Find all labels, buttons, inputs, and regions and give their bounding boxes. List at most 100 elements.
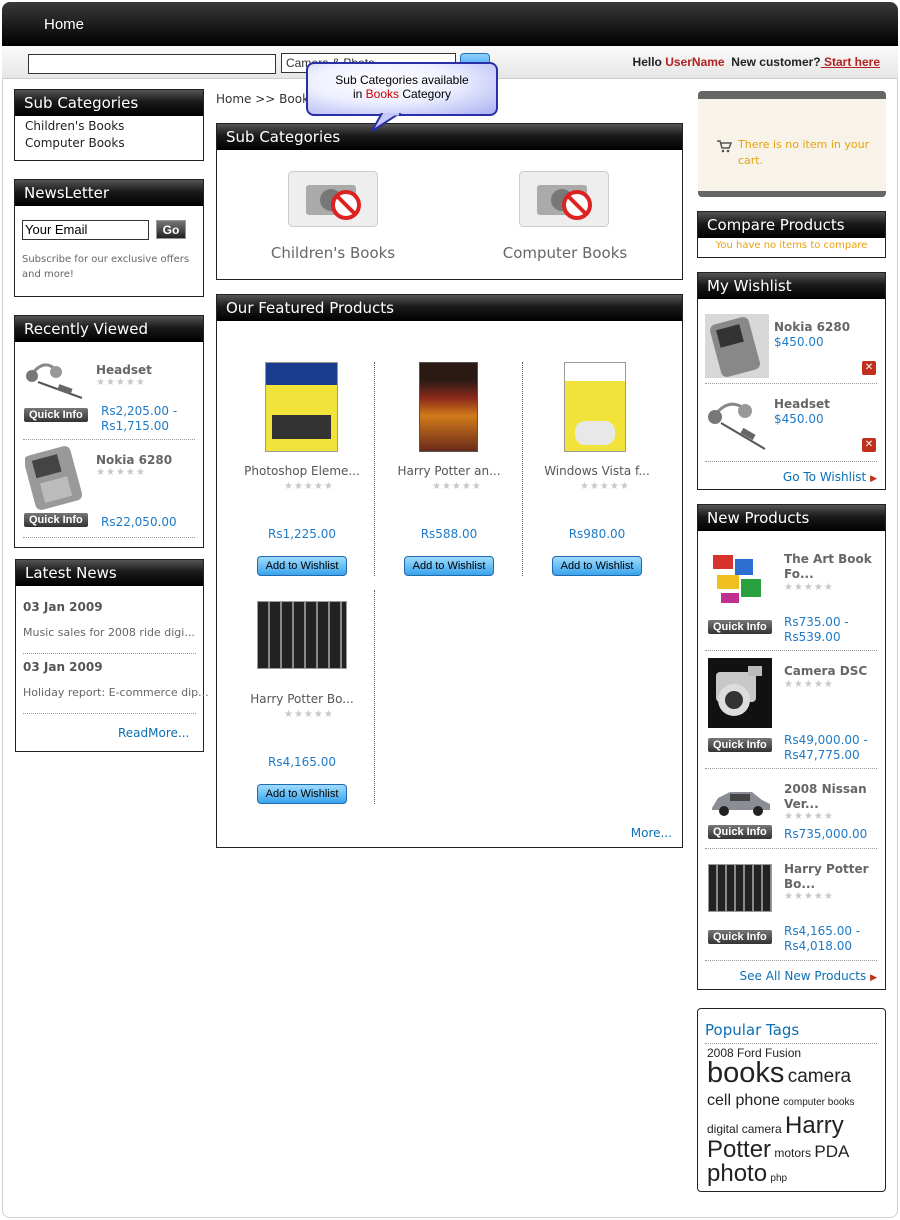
recent-item-name[interactable]: Headset xyxy=(96,363,152,377)
product-name[interactable]: Harry Potter an... xyxy=(374,464,524,478)
cart-empty-text: There is no item in your cart. xyxy=(738,138,870,167)
product-image-harry-potter[interactable] xyxy=(419,362,478,452)
no-image-camera-icon[interactable] xyxy=(519,171,609,227)
tag-cloud: 2008 Ford Fusion books camera cell phone… xyxy=(707,1047,881,1186)
product-name[interactable]: Harry Potter Bo... xyxy=(227,692,377,706)
wishlist-item-name[interactable]: Headset xyxy=(774,397,830,411)
divider xyxy=(705,1043,877,1044)
subcategory-label[interactable]: Computer Books xyxy=(449,244,681,262)
recent-item-name[interactable]: Nokia 6280 xyxy=(96,453,172,467)
tag-link[interactable]: photo xyxy=(707,1160,767,1187)
see-all-new-products-link[interactable]: See All New Products ▶ xyxy=(740,969,877,983)
username[interactable]: UserName xyxy=(665,55,724,69)
new-product-price: Rs735,000.00 xyxy=(784,827,868,841)
new-product-name[interactable]: The Art Book Fo... xyxy=(784,552,880,582)
divider xyxy=(705,461,877,462)
wishlist-item-name[interactable]: Nokia 6280 xyxy=(774,320,850,334)
quick-info-button[interactable]: Quick Info xyxy=(24,408,88,422)
latest-news-title: Latest News xyxy=(16,560,203,586)
rating-stars: ★★★★★ xyxy=(784,811,834,822)
nissan-car-thumbnail[interactable] xyxy=(708,780,772,820)
quick-info-button[interactable]: Quick Info xyxy=(708,620,772,634)
no-image-camera-icon[interactable] xyxy=(288,171,378,227)
subcategory-tooltip: Sub Categories available in Books Catego… xyxy=(306,62,498,116)
remove-icon[interactable]: ✕ xyxy=(862,438,876,452)
news-date: 03 Jan 2009 xyxy=(23,660,103,674)
compare-empty-text: You have no items to compare xyxy=(715,240,868,251)
wishlist-box: My Wishlist Nokia 6280 $450.00 ✕ Headset… xyxy=(697,272,886,490)
rating-stars: ★★★★★ xyxy=(96,377,146,388)
divider xyxy=(705,650,877,651)
new-product-price: Rs49,000.00 - xyxy=(784,733,868,747)
quick-info-button[interactable]: Quick Info xyxy=(708,738,772,752)
tag-link[interactable]: books xyxy=(707,1057,784,1089)
start-here-link[interactable]: Start here xyxy=(821,55,880,69)
product-image-photoshop[interactable] xyxy=(265,362,338,452)
add-to-wishlist-button[interactable]: Add to Wishlist xyxy=(552,556,642,576)
compare-products-title: Compare Products xyxy=(698,212,885,238)
add-to-wishlist-button[interactable]: Add to Wishlist xyxy=(257,784,347,804)
product-name[interactable]: Photoshop Eleme... xyxy=(227,464,377,478)
tag-link[interactable]: php xyxy=(770,1173,787,1184)
product-image-windows-vista[interactable] xyxy=(564,362,626,452)
art-book-thumbnail[interactable] xyxy=(709,547,771,609)
headset-thumbnail[interactable] xyxy=(705,391,769,453)
tag-link[interactable]: motors xyxy=(774,1146,811,1160)
subcategory-label[interactable]: Children's Books xyxy=(217,244,449,262)
harry-potter-box-thumbnail[interactable] xyxy=(708,864,772,912)
popular-tags-title: Popular Tags xyxy=(705,1021,800,1039)
quick-info-button[interactable]: Quick Info xyxy=(24,513,88,527)
news-headline[interactable]: Holiday report: E-commerce dip... xyxy=(23,686,209,699)
tag-link[interactable]: PDA xyxy=(814,1142,849,1161)
left-subcategory-item[interactable]: Computer Books xyxy=(15,133,203,150)
nokia-thumbnail[interactable] xyxy=(705,314,769,378)
tooltip-tail xyxy=(372,113,402,132)
go-to-wishlist-link[interactable]: Go To Wishlist ▶ xyxy=(783,470,877,484)
new-product-price: Rs4,018.00 xyxy=(784,939,853,953)
add-to-wishlist-button[interactable]: Add to Wishlist xyxy=(404,556,494,576)
tag-link[interactable]: camera xyxy=(788,1066,851,1087)
product-price: Rs980.00 xyxy=(568,527,626,541)
remove-icon[interactable]: ✕ xyxy=(862,361,876,375)
new-product-price: Rs735.00 - xyxy=(784,615,849,629)
product-price: Rs588.00 xyxy=(420,527,478,541)
product-name[interactable]: Windows Vista f... xyxy=(522,464,672,478)
news-headline[interactable]: Music sales for 2008 ride digi... xyxy=(23,626,195,639)
new-customer-label: New customer? xyxy=(731,55,821,69)
quick-info-button[interactable]: Quick Info xyxy=(708,825,772,839)
page: Home Camera & Photo Hello UserName New c… xyxy=(0,0,900,1220)
new-product-name[interactable]: Harry Potter Bo... xyxy=(784,862,880,892)
search-input[interactable] xyxy=(28,54,276,74)
quick-info-button[interactable]: Quick Info xyxy=(708,930,772,944)
divider xyxy=(23,537,195,538)
product-price: Rs1,225.00 xyxy=(267,527,337,541)
nokia-thumbnail[interactable] xyxy=(25,446,89,510)
newsletter-title: NewsLetter xyxy=(15,180,203,206)
new-product-name[interactable]: Camera DSC xyxy=(784,664,867,678)
newsletter-email-input[interactable]: Your Email xyxy=(22,220,149,240)
tooltip-line1: Sub Categories available xyxy=(335,73,469,87)
newsletter-go-button[interactable]: Go xyxy=(156,220,186,239)
camera-dsc-thumbnail[interactable] xyxy=(708,658,772,728)
tooltip-category: Books xyxy=(365,87,399,101)
tag-link[interactable]: cell phone xyxy=(707,1092,780,1109)
breadcrumb[interactable]: Home >> Books xyxy=(216,92,315,106)
wishlist-item-price: $450.00 xyxy=(774,412,824,426)
headset-thumbnail[interactable] xyxy=(24,354,88,402)
wishlist-title: My Wishlist xyxy=(698,273,885,299)
add-to-wishlist-button[interactable]: Add to Wishlist xyxy=(257,556,347,576)
hello-label: Hello xyxy=(632,55,662,69)
tag-link[interactable]: digital camera xyxy=(707,1122,782,1136)
new-product-name[interactable]: 2008 Nissan Ver... xyxy=(784,782,880,812)
left-subcategory-item[interactable]: Children's Books xyxy=(15,116,203,133)
product-image-harry-potter-box[interactable] xyxy=(257,601,347,669)
more-link[interactable]: More... xyxy=(631,826,672,840)
left-subcategories-box: Sub Categories Children's Books Computer… xyxy=(14,89,204,161)
tooltip-line2: in Books Category xyxy=(352,87,452,101)
recently-viewed-box: Recently Viewed Headset ★★★★★ Quick Info… xyxy=(14,315,204,548)
nav-home-link[interactable]: Home xyxy=(44,16,84,33)
read-more-link[interactable]: ReadMore... xyxy=(118,726,189,740)
rating-stars: ★★★★★ xyxy=(784,582,834,593)
divider xyxy=(705,768,877,769)
tag-link[interactable]: computer books xyxy=(783,1097,854,1108)
